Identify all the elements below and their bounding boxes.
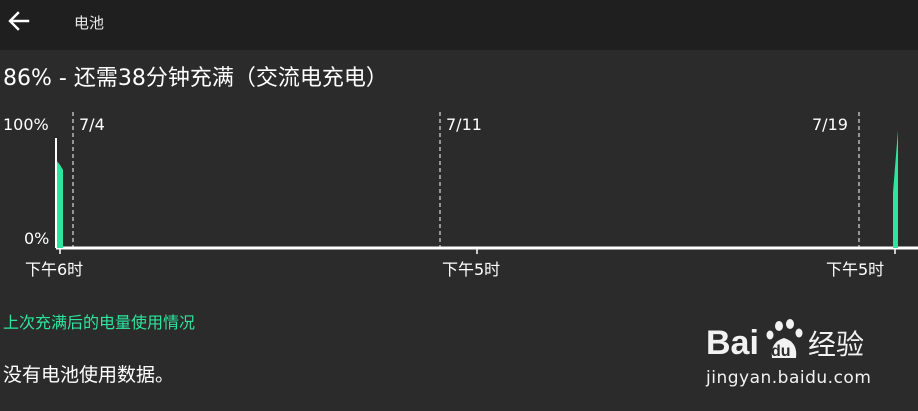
- svg-text:经验: 经验: [808, 328, 864, 361]
- usage-section-header: 上次充满后的电量使用情况: [3, 313, 196, 332]
- baidu-jingyan-watermark: Bai du 经验 jingyan.baidu.com: [700, 318, 890, 394]
- battery-status-text: 86% - 还需38分钟充满（交流电充电）: [3, 66, 388, 91]
- no-usage-data-message: 没有电池使用数据。: [3, 364, 175, 386]
- svg-text:Bai: Bai: [706, 324, 759, 362]
- x-tick-label: 下午5时: [442, 260, 500, 279]
- y-tick-label-top: 100%: [3, 115, 49, 134]
- date-marker-label: 7/19: [812, 115, 848, 134]
- svg-text:du: du: [771, 343, 791, 360]
- y-tick-label-bottom: 0%: [24, 229, 49, 248]
- date-marker-label: 7/11: [446, 115, 482, 134]
- baidu-logo: Bai du 经验: [706, 319, 864, 362]
- battery-level-area-end: [893, 130, 898, 248]
- date-marker-label: 7/4: [79, 115, 105, 134]
- toolbar: 电池: [0, 0, 918, 50]
- x-tick-label: 下午6时: [25, 260, 83, 279]
- page-title: 电池: [74, 14, 105, 32]
- battery-history-chart: 100% 0% 7/4 7/11 7/19 下午6时 下午5时 下午5时: [3, 112, 918, 279]
- arrow-left-icon[interactable]: [6, 8, 32, 34]
- watermark-url: jingyan.baidu.com: [706, 368, 872, 388]
- x-tick-label: 下午5时: [826, 260, 884, 279]
- battery-level-area-start: [57, 161, 63, 248]
